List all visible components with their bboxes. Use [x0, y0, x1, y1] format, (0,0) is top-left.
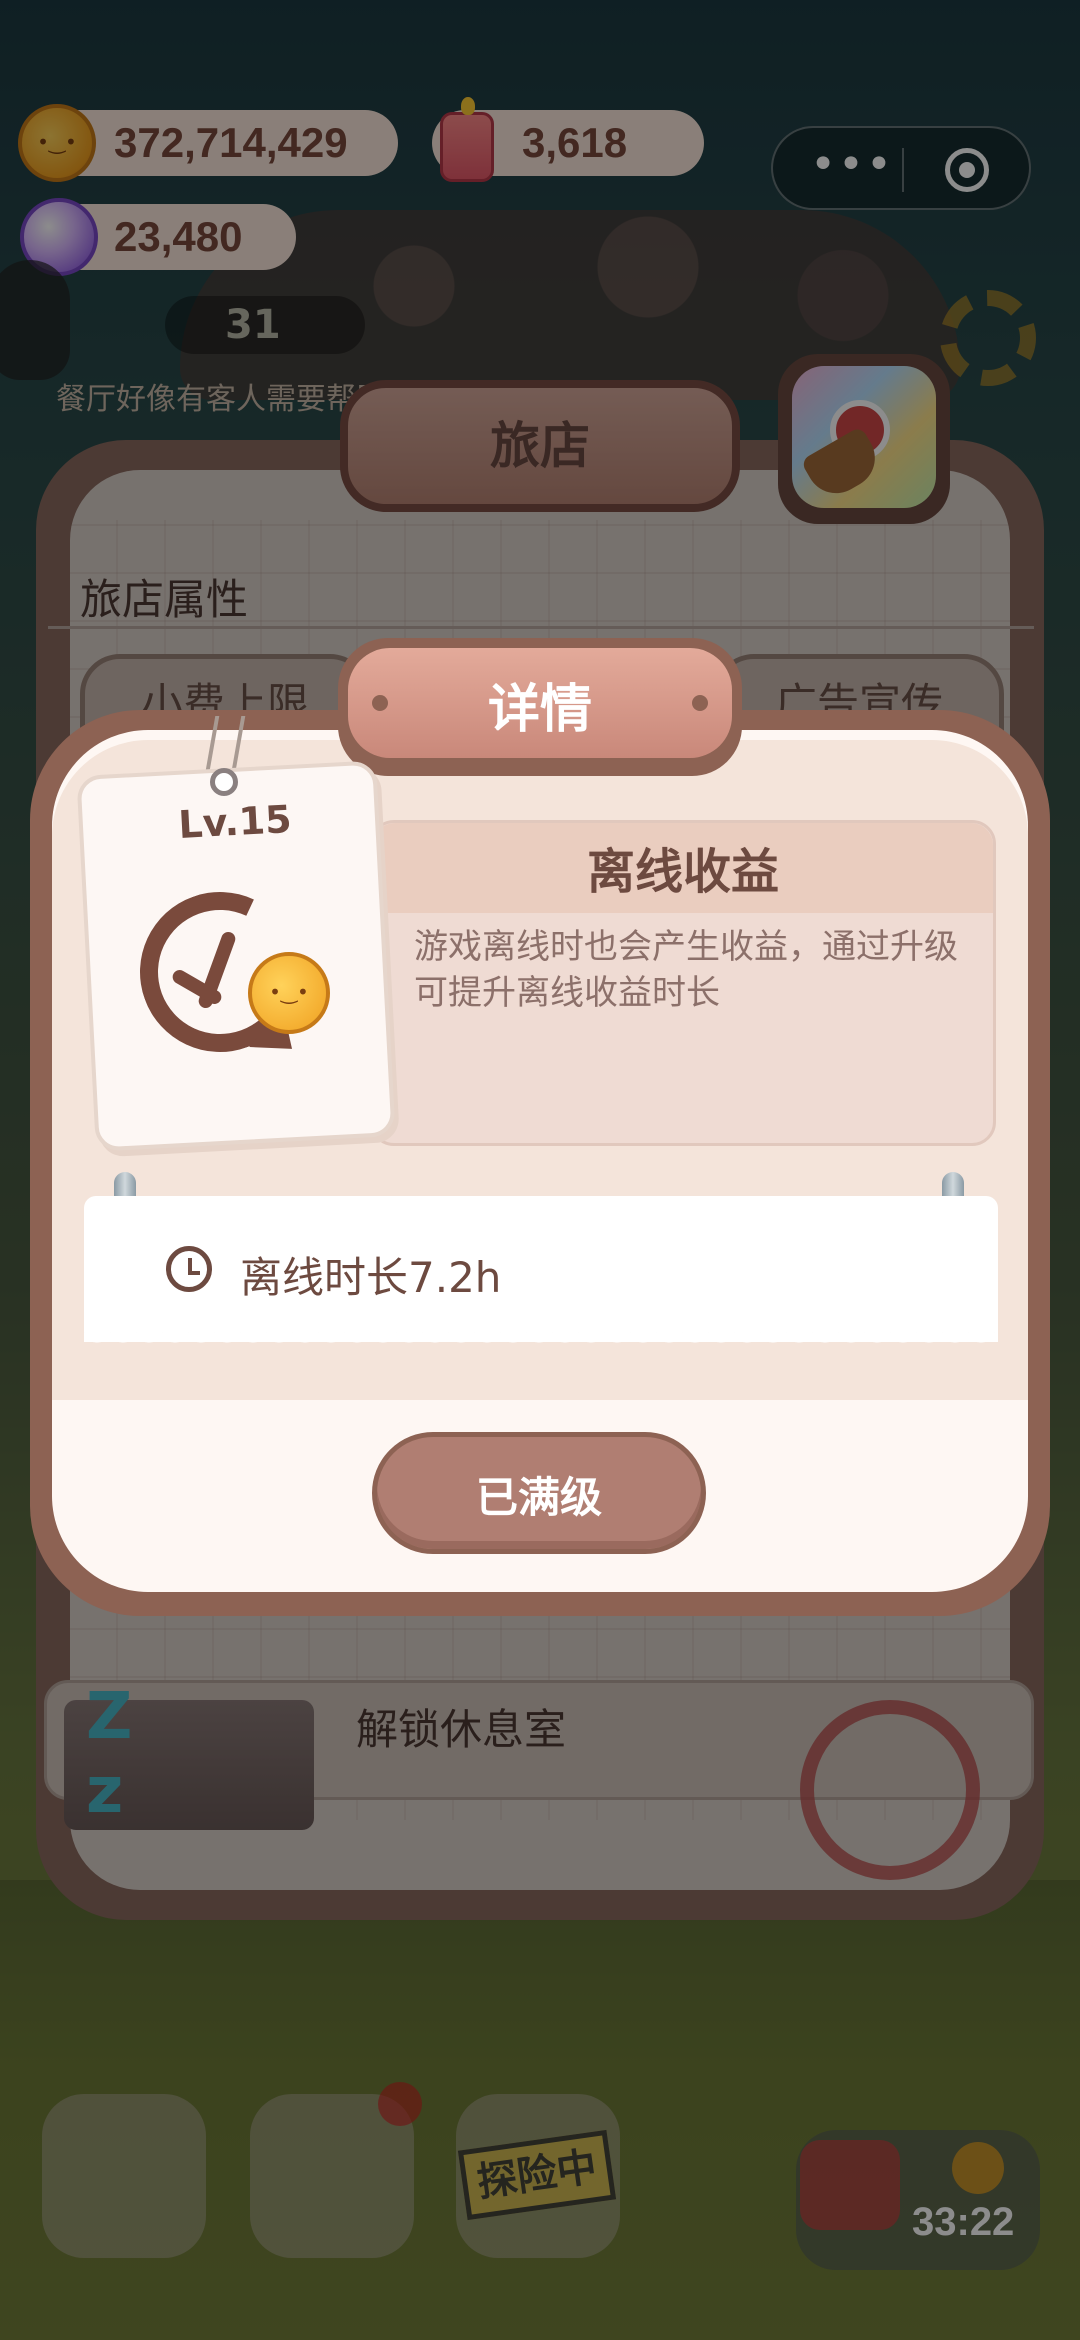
stat-card	[84, 1196, 998, 1342]
modal-title: 详情	[487, 680, 592, 740]
alarm-clock-icon	[166, 1246, 212, 1292]
stat-card-edge	[84, 1330, 998, 1354]
tag-hole	[210, 768, 238, 796]
max-level-label: 已满级	[475, 1473, 602, 1522]
coin-icon	[248, 952, 330, 1034]
offline-duration: 离线时长7.2h	[240, 1253, 502, 1302]
skill-name: 离线收益	[586, 844, 779, 900]
skill-level: Lv.15	[177, 797, 293, 847]
skill-description: 游戏离线时也会产生收益，通过升级可提升离线收益时长	[414, 927, 958, 1013]
